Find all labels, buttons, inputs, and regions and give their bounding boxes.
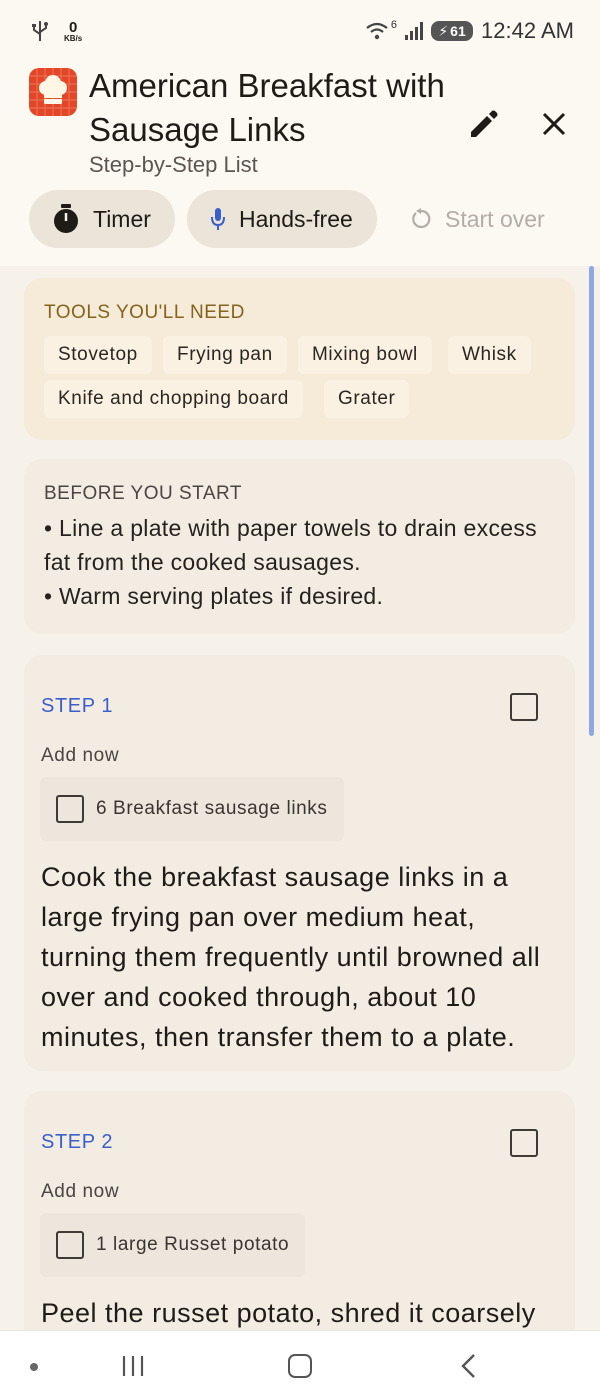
home-icon[interactable] (288, 1354, 312, 1378)
ingredient-item[interactable]: 6 Breakfast sausage links (40, 777, 344, 841)
stopwatch-icon (54, 204, 78, 233)
network-speed-value: 0 (68, 18, 78, 36)
page-title: American Breakfast with Sausage Links (89, 67, 445, 148)
step-label: STEP 2 (41, 1131, 114, 1153)
charging-icon: ⚡ (438, 22, 449, 39)
hands-free-label: Hands-free (239, 205, 353, 232)
tool-chip: Mixing bowl (298, 336, 432, 374)
before-text: • Line a plate with paper towels to drai… (44, 511, 564, 613)
system-nav-bar (0, 1330, 600, 1400)
hands-free-button[interactable]: Hands-free (187, 190, 377, 248)
recipe-content[interactable]: TOOLS YOU'LL NEED Stovetop Frying pan Mi… (0, 266, 600, 1330)
step-card: STEP 1 Add now 6 Breakfast sausage links… (24, 655, 575, 1071)
wifi-icon (366, 22, 388, 40)
wifi-label: 6 (390, 19, 398, 31)
app-logo (29, 68, 77, 116)
add-now-label: Add now (41, 745, 120, 766)
tool-chip: Grater (324, 380, 410, 418)
ingredient-label: 6 Breakfast sausage links (96, 798, 328, 819)
timer-label: Timer (93, 205, 151, 232)
step-instructions: Cook the breakfast sausage links in a la… (41, 862, 541, 1052)
status-bar: 0 KB/s 6 ⚡ 61 12:42 AM (0, 0, 600, 62)
timer-button[interactable]: Timer (29, 190, 175, 248)
nav-dot-icon (30, 1363, 38, 1371)
before-line: • Warm serving plates if desired. (44, 583, 384, 609)
battery-indicator: ⚡ 61 (431, 21, 474, 41)
tools-title: TOOLS YOU'LL NEED (44, 302, 245, 323)
start-over-button[interactable]: Start over (389, 190, 555, 248)
ingredient-checkbox[interactable] (56, 795, 84, 823)
status-left: 0 KB/s (30, 20, 82, 43)
tool-chip: Knife and chopping board (44, 380, 303, 418)
step-card: STEP 2 Add now 1 large Russet potato Pee… (24, 1091, 575, 1330)
usb-icon (32, 21, 48, 41)
close-icon[interactable] (538, 108, 570, 140)
step-label: STEP 1 (41, 695, 114, 717)
tool-chip: Frying pan (163, 336, 287, 374)
pencil-icon[interactable] (466, 106, 502, 142)
action-chips: Timer Hands-free Start over (29, 190, 555, 248)
page-subtitle: Step-by-Step List (89, 152, 258, 177)
before-line: • Line a plate with paper towels to drai… (44, 515, 537, 575)
recipe-header: American Breakfast with Sausage Links St… (0, 62, 600, 266)
start-over-label: Start over (445, 205, 545, 232)
tool-chip: Stovetop (44, 336, 152, 374)
step-instructions: Peel the russet potato, shred it coarsel… (41, 1298, 536, 1328)
ingredient-item[interactable]: 1 large Russet potato (40, 1213, 306, 1277)
tool-chip: Whisk (448, 336, 531, 374)
microphone-icon (211, 208, 225, 230)
battery-level: 61 (450, 23, 466, 39)
signal-icon (405, 22, 424, 40)
ingredient-label: 1 large Russet potato (96, 1234, 290, 1255)
step-checkbox[interactable] (510, 1129, 538, 1157)
status-right: 6 ⚡ 61 12:42 AM (365, 18, 574, 44)
clock: 12:42 AM (481, 18, 574, 43)
chef-hat-icon (29, 68, 77, 116)
tools-card: TOOLS YOU'LL NEED Stovetop Frying pan Mi… (24, 278, 575, 440)
step-checkbox[interactable] (510, 693, 538, 721)
network-speed: 0 KB/s (64, 20, 82, 43)
before-title: BEFORE YOU START (44, 483, 243, 504)
scrollbar[interactable] (589, 266, 594, 736)
network-speed-unit: KB/s (64, 33, 83, 43)
recents-icon[interactable] (120, 1355, 146, 1377)
before-you-start-card: BEFORE YOU START • Line a plate with pap… (24, 459, 575, 634)
add-now-label: Add now (41, 1181, 120, 1202)
refresh-icon (412, 208, 431, 229)
ingredient-checkbox[interactable] (56, 1231, 84, 1259)
back-icon[interactable] (458, 1353, 478, 1379)
